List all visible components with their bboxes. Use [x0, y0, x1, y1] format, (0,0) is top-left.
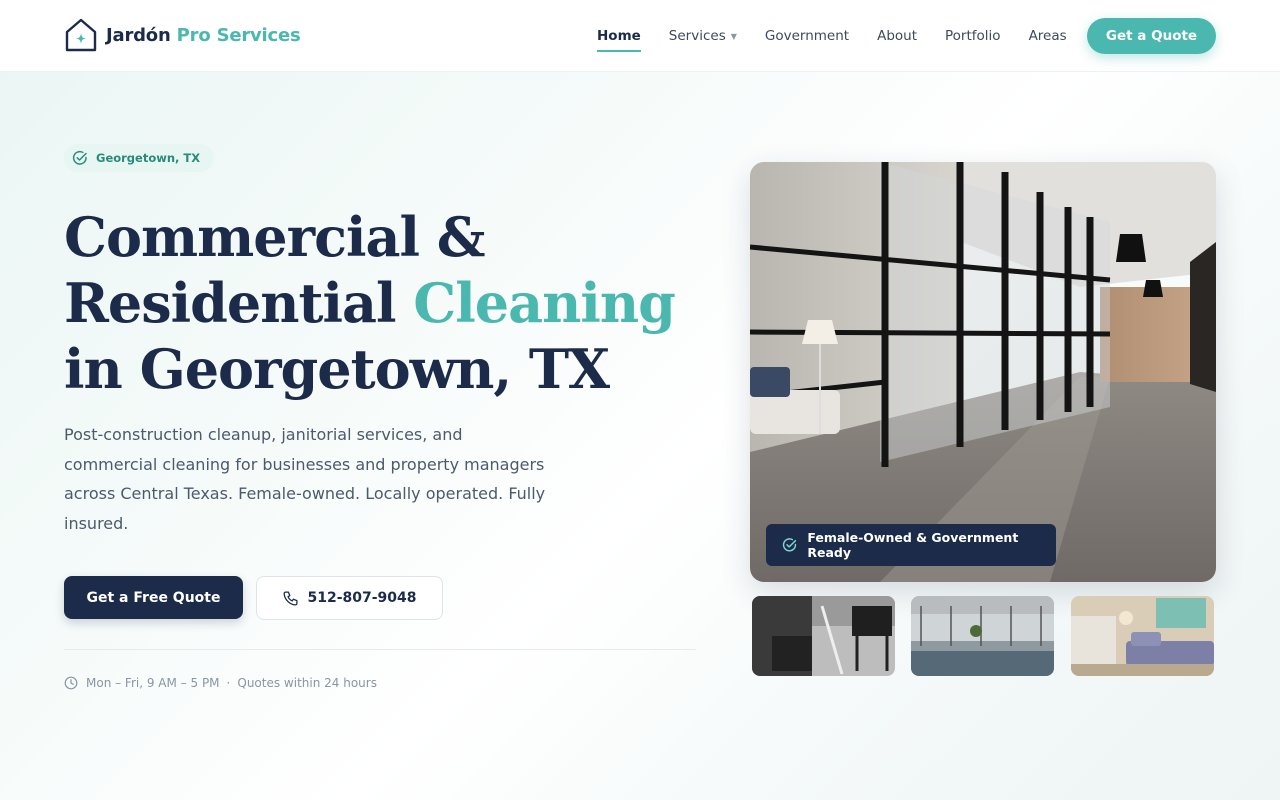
main-nav: Home Services ▼ Government About Portfol… [597, 0, 1095, 72]
brand-name-primary: Jardón [106, 24, 171, 46]
separator-dot: · [226, 676, 231, 690]
thumbnail-living-room-photo[interactable] [1071, 596, 1214, 676]
chevron-down-icon: ▼ [730, 31, 737, 41]
quote-note: Quotes within 24 hours [237, 676, 377, 690]
brand-name: Jardón Pro Services [106, 25, 301, 46]
brand-logo[interactable]: Jardón Pro Services [64, 17, 301, 53]
nav-item-about[interactable]: About [877, 28, 917, 44]
call-phone-button[interactable]: 512-807-9048 [256, 576, 443, 620]
female-owned-badge: Female-Owned & Government Ready [766, 524, 1056, 566]
headline-line-2: Residential [64, 271, 396, 335]
nav-item-areas[interactable]: Areas [1029, 28, 1067, 44]
business-hours: Mon – Fri, 9 AM – 5 PM · Quotes within 2… [64, 676, 377, 690]
hero-photo-office-hallway [750, 162, 1216, 582]
check-circle-icon [782, 538, 797, 552]
phone-icon [283, 590, 298, 606]
nav-item-government[interactable]: Government [765, 28, 849, 44]
thumbnail-office-lobby-photo[interactable] [911, 596, 1054, 676]
headline-line-1: Commercial & [64, 205, 486, 269]
phone-number: 512-807-9048 [307, 590, 417, 606]
check-circle-icon [72, 150, 87, 165]
house-sparkle-icon [65, 18, 97, 52]
hero-headline: Commercial & Residential Cleaning in Geo… [64, 204, 684, 402]
headline-accent: Cleaning [413, 271, 676, 335]
thumbnail-cleaning-photo[interactable] [752, 596, 895, 676]
clock-icon [64, 676, 78, 690]
nav-item-home[interactable]: Home [597, 28, 641, 52]
hours-text: Mon – Fri, 9 AM – 5 PM [86, 676, 220, 690]
get-a-quote-button[interactable]: Get a Quote [1087, 18, 1216, 54]
location-badge-label: Georgetown, TX [96, 151, 201, 165]
hero-description: Post-construction cleanup, janitorial se… [64, 425, 546, 533]
divider [64, 649, 696, 650]
female-owned-badge-label: Female-Owned & Government Ready [807, 530, 1019, 560]
location-badge: Georgetown, TX [64, 144, 215, 172]
brand-name-secondary: Pro Services [176, 24, 301, 46]
nav-item-services[interactable]: Services ▼ [669, 28, 737, 44]
nav-item-services-label: Services [668, 28, 726, 44]
headline-line-3: in Georgetown, TX [64, 337, 610, 401]
get-free-quote-button[interactable]: Get a Free Quote [64, 576, 243, 619]
site-header: Jardón Pro Services Home Services ▼ Gove… [0, 0, 1280, 72]
nav-item-portfolio[interactable]: Portfolio [945, 28, 1001, 44]
